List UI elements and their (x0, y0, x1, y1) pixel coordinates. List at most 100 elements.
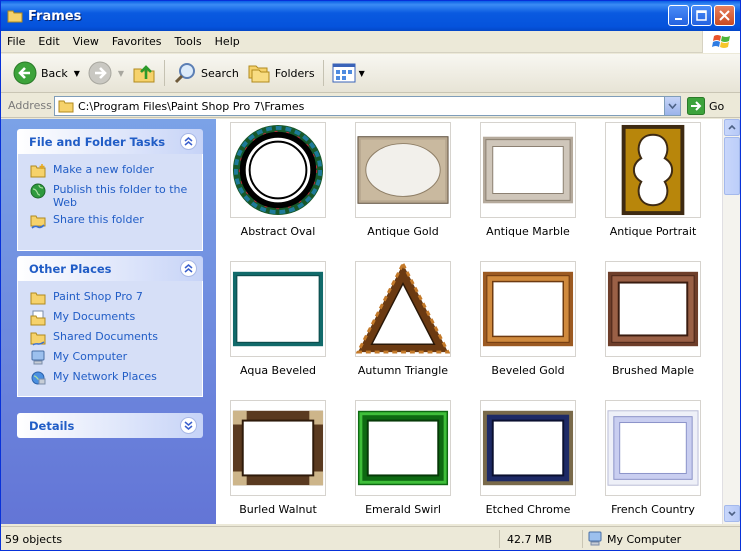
up-folder-icon (133, 65, 155, 83)
file-name: Beveled Gold (491, 364, 565, 377)
file-item[interactable]: Antique Gold (353, 122, 453, 238)
abstract-oval-thumbnail (232, 124, 324, 216)
scroll-up-button[interactable] (724, 119, 740, 136)
panel-title: File and Folder Tasks (29, 134, 166, 149)
place-shared-documents[interactable]: Shared Documents (30, 330, 202, 346)
share-folder-icon (30, 215, 46, 229)
thumbnail (230, 122, 326, 218)
address-label: Address (8, 99, 52, 112)
file-name: Antique Gold (367, 225, 439, 238)
collapse-button[interactable] (180, 260, 197, 277)
emerald-swirl-thumbnail (357, 410, 449, 486)
task-pane: File and Folder Tasks Make a new folder … (1, 119, 216, 524)
thumbnail (230, 261, 326, 357)
toolbar-separator (322, 60, 324, 86)
place-my-documents[interactable]: My Documents (30, 310, 202, 326)
address-dropdown-button[interactable] (664, 97, 680, 115)
folders-button[interactable]: Folders (243, 58, 319, 88)
menu-view[interactable]: View (73, 35, 99, 48)
collapse-button[interactable] (180, 133, 197, 150)
file-name: Autumn Triangle (357, 364, 449, 377)
up-folder-button[interactable] (128, 58, 160, 88)
views-button[interactable]: ▼ (328, 58, 369, 88)
views-icon (332, 63, 356, 83)
my-computer-icon (588, 531, 602, 546)
go-button[interactable]: Go (687, 97, 724, 115)
folder-icon (30, 292, 46, 305)
place-my-computer[interactable]: My Computer (30, 350, 202, 366)
panel-title: Details (29, 418, 75, 433)
task-publish-web[interactable]: Publish this folder to the Web (30, 183, 202, 209)
place-label: Shared Documents (53, 330, 158, 343)
back-button[interactable]: Back ▼ (9, 58, 84, 88)
file-item[interactable]: Beveled Gold (478, 261, 578, 377)
vertical-scrollbar[interactable] (722, 119, 740, 524)
shared-documents-icon (30, 332, 46, 346)
views-dropdown-icon[interactable]: ▼ (359, 69, 365, 78)
file-item[interactable]: Brushed Maple (603, 261, 703, 377)
file-item[interactable]: Abstract Oval (228, 122, 328, 238)
file-folder-tasks-panel: File and Folder Tasks Make a new folder … (17, 129, 203, 251)
file-name: Emerald Swirl (365, 503, 441, 516)
title-bar[interactable]: Frames (1, 1, 740, 31)
file-item[interactable]: Etched Chrome (478, 400, 578, 516)
forward-arrow-icon (88, 61, 112, 85)
maximize-button[interactable] (691, 5, 712, 26)
folders-label: Folders (274, 66, 315, 80)
panel-header[interactable]: Other Places (17, 256, 203, 281)
file-item[interactable]: Antique Portrait (603, 122, 703, 238)
scroll-thumb[interactable] (724, 137, 740, 195)
address-path: C:\Program Files\Paint Shop Pro 7\Frames (78, 99, 305, 113)
globe-icon (30, 183, 46, 199)
window-title: Frames (28, 8, 82, 24)
thumbnail (355, 261, 451, 357)
file-name: Burled Walnut (239, 503, 317, 516)
scroll-down-button[interactable] (724, 505, 740, 522)
place-label: Paint Shop Pro 7 (53, 290, 143, 303)
back-dropdown-icon[interactable]: ▼ (74, 69, 80, 78)
menu-help[interactable]: Help (215, 35, 240, 48)
menu-edit[interactable]: Edit (38, 35, 59, 48)
thumbnail (480, 261, 576, 357)
status-bar: 59 objects 42.7 MB My Computer (1, 526, 740, 550)
thumbnail (480, 122, 576, 218)
back-arrow-icon (13, 61, 37, 85)
file-name: French Country (611, 503, 695, 516)
file-item[interactable]: Emerald Swirl (353, 400, 453, 516)
place-my-network[interactable]: My Network Places (30, 370, 202, 386)
address-input[interactable]: C:\Program Files\Paint Shop Pro 7\Frames (54, 96, 681, 116)
toolbar: Back ▼ ▼ Search Folders ▼ (1, 54, 740, 93)
file-item[interactable]: Antique Marble (478, 122, 578, 238)
file-name: Aqua Beveled (240, 364, 316, 377)
antique-gold-thumbnail (357, 136, 449, 204)
my-computer-icon (31, 350, 45, 365)
chevron-up-icon (184, 137, 193, 146)
minimize-button[interactable] (668, 5, 689, 26)
status-size-cell: 42.7 MB (501, 530, 583, 548)
expand-button[interactable] (180, 417, 197, 434)
chevron-down-icon (668, 103, 677, 109)
task-make-folder[interactable]: Make a new folder (30, 163, 202, 179)
file-item[interactable]: Burled Walnut (228, 400, 328, 516)
details-panel: Details (17, 413, 203, 438)
file-name: Etched Chrome (485, 503, 571, 516)
file-item[interactable]: Autumn Triangle (353, 261, 453, 377)
file-item[interactable]: Aqua Beveled (228, 261, 328, 377)
file-item[interactable]: French Country (603, 400, 703, 516)
menu-file[interactable]: File (7, 35, 25, 48)
address-bar: Address C:\Program Files\Paint Shop Pro … (1, 94, 740, 118)
task-share-folder[interactable]: Share this folder (30, 213, 202, 229)
search-button[interactable]: Search (169, 58, 243, 88)
forward-button[interactable]: ▼ (84, 58, 128, 88)
maximize-icon (696, 10, 707, 21)
menu-tools[interactable]: Tools (175, 35, 202, 48)
minimize-icon (674, 17, 682, 20)
search-icon (174, 63, 196, 84)
forward-dropdown-icon[interactable]: ▼ (118, 69, 124, 78)
thumbnail (480, 400, 576, 496)
panel-header[interactable]: File and Folder Tasks (17, 129, 203, 154)
panel-header[interactable]: Details (17, 413, 203, 438)
menu-favorites[interactable]: Favorites (112, 35, 162, 48)
close-button[interactable] (714, 5, 735, 26)
place-paint-shop-pro[interactable]: Paint Shop Pro 7 (30, 290, 202, 306)
